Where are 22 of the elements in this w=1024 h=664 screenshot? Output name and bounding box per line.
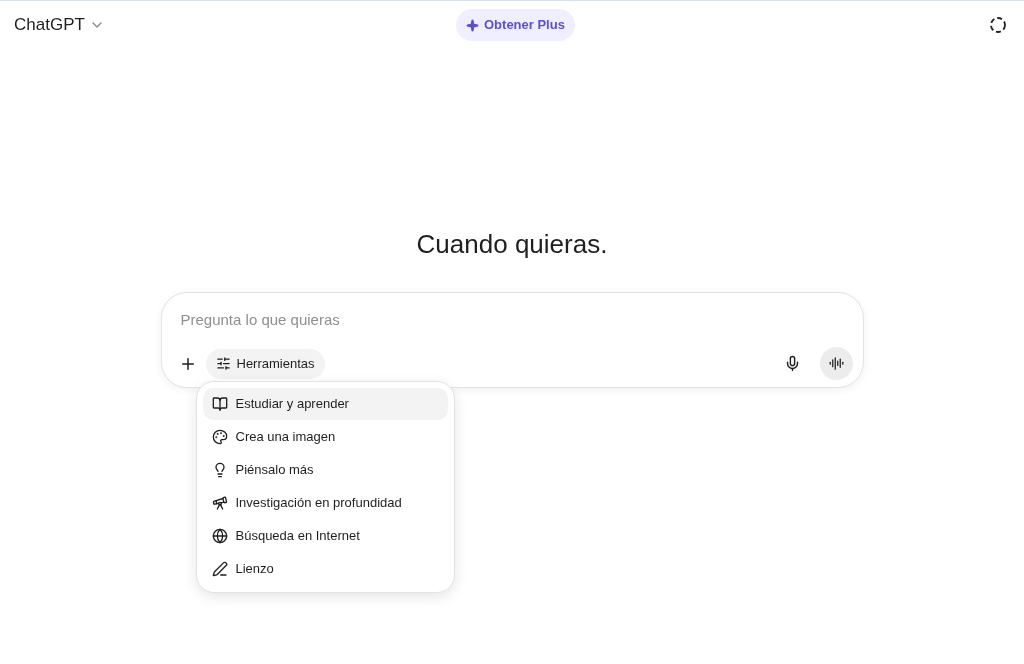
upgrade-button[interactable]: Obtener Plus [456,9,575,41]
pen-icon [211,561,228,577]
menu-item[interactable]: Piénsalo más [202,454,448,486]
globe-icon [211,528,228,544]
voice-mode-button[interactable] [819,347,853,380]
menu-item[interactable]: Búsqueda en Internet [202,520,448,552]
menu-item[interactable]: Estudiar y aprender [202,388,448,420]
sparkle-icon [466,18,479,32]
menu-item[interactable]: Lienzo [202,553,448,585]
greeting-heading: Cuando quieras. [416,228,608,261]
dashed-circle-icon[interactable] [989,16,1007,34]
palette-icon [211,429,228,445]
tools-button[interactable]: Herramientas [205,348,325,379]
microphone-icon [784,355,801,372]
menu-item[interactable]: Investigación en profundidad [202,487,448,519]
prompt-input[interactable]: Pregunta lo que quieras [175,307,849,331]
audio-waves-icon [828,356,844,371]
book-icon [211,396,228,412]
menu-item[interactable]: Crea una imagen [202,421,448,453]
model-selector[interactable]: ChatGPT [14,12,105,38]
telescope-icon [211,495,228,511]
sliders-icon [215,356,231,371]
